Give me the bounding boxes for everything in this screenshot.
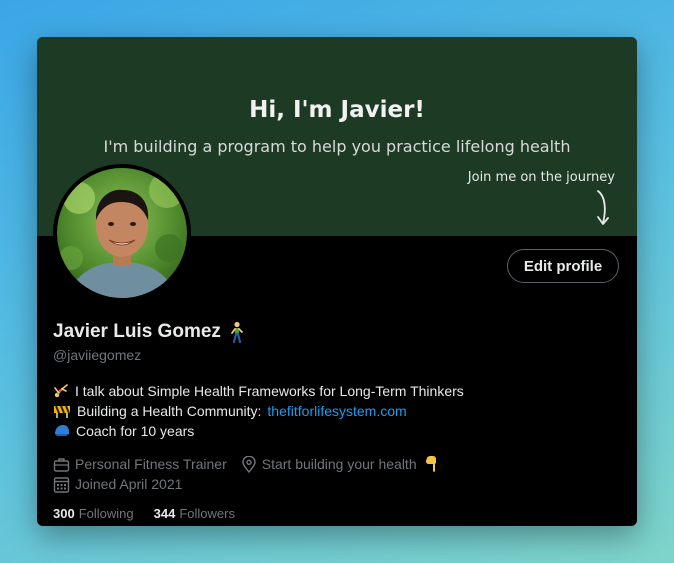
profile-card: Hi, I'm Javier! I'm building a program t… xyxy=(37,37,637,526)
website-link[interactable]: thefitforlifesystem.com xyxy=(267,401,406,421)
pointing-down-icon xyxy=(425,456,436,472)
briefcase-icon xyxy=(53,457,70,472)
banner-subtitle: I'm building a program to help you pract… xyxy=(103,137,571,156)
joined: Joined April 2021 xyxy=(53,476,182,493)
followers-label: Followers xyxy=(179,506,235,521)
banner-title: Hi, I'm Javier! xyxy=(249,97,425,123)
cartwheel-icon xyxy=(53,383,69,399)
followers-count: 344 xyxy=(153,506,176,521)
curved-arrow-icon xyxy=(597,190,609,225)
avatar[interactable] xyxy=(53,164,191,302)
follow-stats: 300 Following 344 Followers xyxy=(53,506,235,521)
cap-icon xyxy=(53,424,70,438)
location-text: Start building your health xyxy=(261,456,417,472)
bio-line-3: Coach for 10 years xyxy=(53,421,464,441)
edit-profile-button[interactable]: Edit profile xyxy=(507,249,619,283)
location-pin-icon xyxy=(242,455,256,473)
display-name: Javier Luis Gomez xyxy=(53,321,221,342)
name-row: Javier Luis Gomez xyxy=(53,321,245,343)
profile-meta: Personal Fitness Trainer Start building … xyxy=(53,454,452,494)
avatar-photo xyxy=(57,168,187,298)
bio: I talk about Simple Health Frameworks fo… xyxy=(53,381,464,441)
bio-line-2: Building a Health Community: thefitforli… xyxy=(53,401,464,421)
calendar-icon xyxy=(53,476,70,493)
following-link[interactable]: 300 Following xyxy=(53,506,134,521)
bio-line-1-text: I talk about Simple Health Frameworks fo… xyxy=(75,383,464,399)
bio-line-1: I talk about Simple Health Frameworks fo… xyxy=(53,381,464,401)
followers-link[interactable]: 344 Followers xyxy=(154,506,235,521)
location: Start building your health xyxy=(241,455,438,473)
following-count: 300 xyxy=(53,506,75,521)
bio-line-3-text: Coach for 10 years xyxy=(76,423,195,439)
profession-text: Personal Fitness Trainer xyxy=(75,456,227,472)
joined-text: Joined April 2021 xyxy=(75,476,183,492)
following-label: Following xyxy=(78,506,134,521)
construction-icon xyxy=(53,403,71,419)
banner-cta-text: Join me on the journey xyxy=(467,170,615,185)
walking-person-icon xyxy=(229,321,245,343)
profession: Personal Fitness Trainer xyxy=(53,456,227,473)
bio-line-2-text: Building a Health Community: xyxy=(77,403,262,419)
user-handle: @javiiegomez xyxy=(53,347,142,363)
